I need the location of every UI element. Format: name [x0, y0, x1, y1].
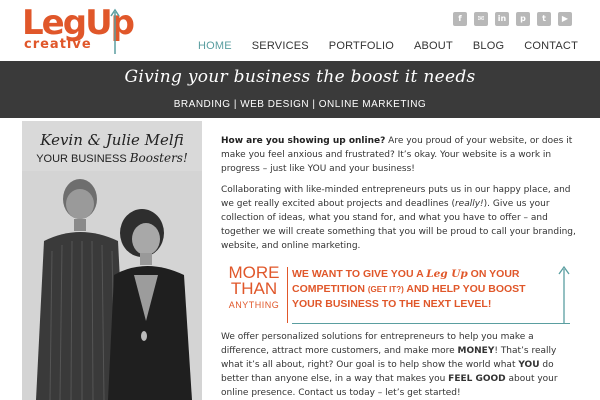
twitter-icon[interactable]: t [537, 12, 551, 26]
solutions-copy: We offer personalized solutions for entr… [221, 330, 577, 400]
youtube-icon[interactable]: ▶ [558, 12, 572, 26]
nav-portfolio[interactable]: PORTFOLIO [319, 40, 404, 52]
callout-message-small: (GET IT?) [367, 285, 404, 294]
owners-subheading-script: Boosters! [129, 151, 188, 165]
solutions-money: MONEY [457, 346, 495, 356]
solutions-you: YOU [518, 360, 540, 370]
intro-paragraph-2: Collaborating with like-minded entrepren… [221, 183, 577, 253]
site-header: LegUp creative f ✉ in p t ▶ HOME SERVICE… [0, 0, 600, 60]
callout-big-line-3: ANYTHING [228, 300, 280, 310]
logo[interactable]: LegUp creative [22, 6, 135, 56]
arrow-up-icon [558, 265, 570, 323]
callout-message-script: Leg Up [426, 268, 468, 280]
owners-subheading: YOUR BUSINESS Boosters! [22, 151, 202, 165]
solutions-paragraph: We offer personalized solutions for entr… [221, 330, 577, 400]
banner-tagline: Giving your business the boost it needs [124, 67, 476, 87]
intro-paragraph-1: How are you showing up online? Are you p… [221, 134, 577, 176]
more-than-anything-callout: MORE THAN ANYTHING WE WANT TO GIVE YOU A… [224, 264, 570, 325]
owners-photo: Kevin & Julie Melfi YOUR BUSINESS Booste… [22, 121, 202, 400]
email-icon[interactable]: ✉ [474, 12, 488, 26]
nav-home[interactable]: HOME [188, 40, 242, 52]
nav-services[interactable]: SERVICES [242, 40, 319, 52]
callout-message: WE WANT TO GIVE YOU A Leg Up ON YOUR COM… [292, 267, 548, 312]
nav-contact[interactable]: CONTACT [514, 40, 578, 52]
callout-divider [287, 267, 288, 323]
pinterest-icon[interactable]: p [516, 12, 530, 26]
logo-subtitle: creative [24, 37, 92, 52]
social-links: f ✉ in p t ▶ [453, 12, 572, 26]
owners-subheading-plain: YOUR BUSINESS [36, 153, 130, 165]
linkedin-icon[interactable]: in [495, 12, 509, 26]
arrow-up-icon [110, 8, 120, 54]
intro-copy: How are you showing up online? Are you p… [221, 134, 577, 260]
banner-services: BRANDING | WEB DESIGN | ONLINE MARKETING [173, 99, 427, 110]
callout-message-1: WE WANT TO GIVE YOU A [292, 268, 427, 280]
callout-big-line-2: THAN [230, 279, 278, 298]
intro-question: How are you showing up online? [221, 136, 386, 146]
couple-photo [22, 171, 202, 400]
main-nav: HOME SERVICES PORTFOLIO ABOUT BLOG CONTA… [188, 40, 578, 52]
hero-banner: Giving your business the boost it needs … [0, 61, 600, 118]
callout-big-text: MORE THAN ANYTHING [224, 264, 284, 313]
owners-heading: Kevin & Julie Melfi [40, 131, 184, 149]
nav-blog[interactable]: BLOG [463, 40, 514, 52]
contact-us-link[interactable]: Contact us today – let’s get started! [298, 388, 460, 398]
solutions-feel-good: FEEL GOOD [448, 374, 506, 384]
intro-paragraph-2-italic: really! [454, 199, 484, 209]
callout-underline [292, 323, 570, 324]
nav-about[interactable]: ABOUT [404, 40, 463, 52]
facebook-icon[interactable]: f [453, 12, 467, 26]
